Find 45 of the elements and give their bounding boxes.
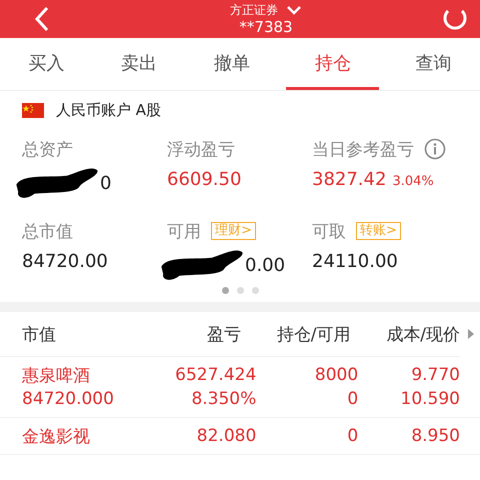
tab[interactable]: 卖出 (92, 38, 186, 90)
tab[interactable]: 查询 (387, 38, 480, 90)
summary-label: 总资产 (22, 138, 73, 160)
tab[interactable]: 持仓 (286, 38, 380, 90)
summary-label: 可用 (167, 220, 201, 242)
table-cell-text: 9.770 (410, 365, 460, 385)
info-icon[interactable] (424, 138, 446, 160)
summary-value: 0 (100, 172, 112, 194)
table-cell-text: 84720.000 (22, 389, 115, 409)
table-cell-text: 金逸影视 (22, 426, 91, 448)
summary-value: 6609.50 (167, 169, 242, 190)
table-cell-text: 8.950 (410, 426, 460, 446)
table-cell-text: 0 (346, 426, 358, 446)
account-number: **7383 (239, 18, 293, 36)
summary-label: 浮动盈亏 (167, 138, 235, 160)
table-cell-text: 82.080 (196, 426, 256, 446)
flag-icon (22, 102, 44, 118)
summary-value: 3827.42 (312, 169, 386, 190)
table-cell-text: 8000 (314, 365, 358, 385)
table-cell-text: 惠泉啤酒 (22, 364, 91, 386)
column-header[interactable]: 盈亏 (132, 322, 241, 346)
column-header[interactable]: 持仓/可用 (241, 322, 350, 346)
summary-label: 当日参考盈亏 (312, 138, 414, 160)
summary-label: 总市值 (22, 220, 73, 242)
triangle-right-icon[interactable] (468, 329, 474, 339)
percent-value: 3.04% (392, 174, 434, 189)
tab[interactable]: 买入 (0, 38, 93, 90)
summary-value: 0.00 (245, 254, 286, 276)
tab[interactable]: 撤单 (186, 38, 278, 90)
summary-value: 24110.00 (312, 251, 398, 272)
summary-label: 可取 (312, 220, 346, 242)
page-dot[interactable] (252, 287, 258, 294)
page-dot[interactable] (222, 287, 228, 294)
table-cell-text: 0 (346, 389, 358, 409)
chevron-down-icon[interactable] (286, 5, 302, 15)
summary-value: 84720.00 (22, 251, 108, 272)
broker-title: 方正证券 (230, 2, 278, 18)
account-type: 人民币账户 A股 (56, 100, 162, 120)
back-icon[interactable] (34, 6, 50, 32)
table-cell-text: 8.350% (190, 389, 256, 409)
page-dot[interactable] (236, 287, 244, 294)
column-header[interactable]: 市值 (22, 322, 132, 346)
table-cell-text: 10.590 (400, 389, 460, 409)
table-cell-text: 6527.424 (174, 365, 256, 385)
column-header[interactable]: 成本/现价 (350, 322, 460, 346)
